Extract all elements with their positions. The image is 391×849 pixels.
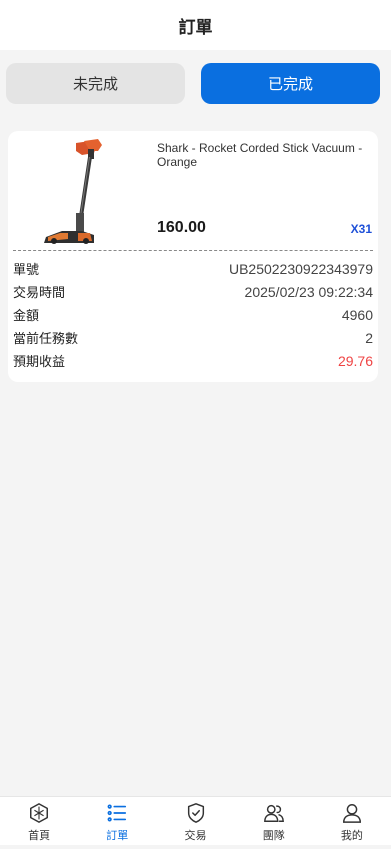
trade-time-row: 交易時間 2025/02/23 09:22:34: [13, 280, 373, 303]
product-image: [44, 139, 102, 244]
tabbar-label-team: 團隊: [262, 829, 285, 842]
tabbar-item-trade[interactable]: 交易: [156, 797, 234, 845]
app-header: 訂單: [0, 0, 391, 50]
tabbar-item-profile[interactable]: 我的: [313, 797, 391, 845]
bottom-tab-bar: 首頁 訂單 交易 團隊 我的: [0, 796, 391, 845]
list-icon: [107, 804, 127, 822]
amount-label: 金額: [13, 309, 40, 324]
tabbar-label-orders: 訂單: [106, 829, 129, 842]
shield-check-icon: [187, 803, 204, 823]
trade-time-value: 2025/02/23 09:22:34: [244, 283, 373, 300]
expected-profit-label: 預期收益: [13, 355, 66, 370]
order-status-tabs: 未完成 已完成: [0, 63, 391, 104]
order-details: 單號 UB2502230922343979 交易時間 2025/02/23 09…: [13, 257, 373, 372]
tabbar-item-orders[interactable]: 訂單: [78, 797, 156, 845]
team-icon: [263, 804, 284, 822]
trade-time-label: 交易時間: [13, 286, 66, 301]
user-icon: [342, 804, 361, 823]
tabbar-label-profile: 我的: [340, 829, 363, 842]
product-price: 160.00: [157, 219, 206, 236]
tab-pending[interactable]: 未完成: [6, 63, 185, 104]
tabbar-item-team[interactable]: 團隊: [235, 797, 313, 845]
product-name: Shark - Rocket Corded Stick Vacuum - Ora…: [157, 141, 363, 169]
order-number-row: 單號 UB2502230922343979: [13, 257, 373, 280]
order-number-value: UB2502230922343979: [228, 260, 373, 277]
tabbar-label-trade: 交易: [184, 829, 207, 842]
bottom-safe-area: [0, 845, 391, 849]
task-count-label: 當前任務數: [13, 332, 79, 347]
order-number-label: 單號: [13, 263, 40, 278]
product-quantity: X31: [350, 222, 372, 236]
amount-value: 4960: [341, 306, 373, 323]
expected-profit-row: 預期收益 29.76: [13, 349, 373, 372]
page-title: 訂單: [178, 17, 213, 38]
tabbar-item-home[interactable]: 首頁: [0, 797, 78, 845]
tab-completed[interactable]: 已完成: [201, 63, 380, 104]
task-count-value: 2: [365, 329, 373, 346]
order-card[interactable]: Shark - Rocket Corded Stick Vacuum - Ora…: [8, 131, 378, 382]
card-divider: [13, 250, 373, 251]
home-icon: [30, 803, 49, 823]
task-count-row: 當前任務數 2: [13, 326, 373, 349]
expected-profit-value: 29.76: [337, 352, 373, 369]
amount-row: 金額 4960: [13, 303, 373, 326]
tabbar-label-home: 首頁: [28, 829, 51, 842]
